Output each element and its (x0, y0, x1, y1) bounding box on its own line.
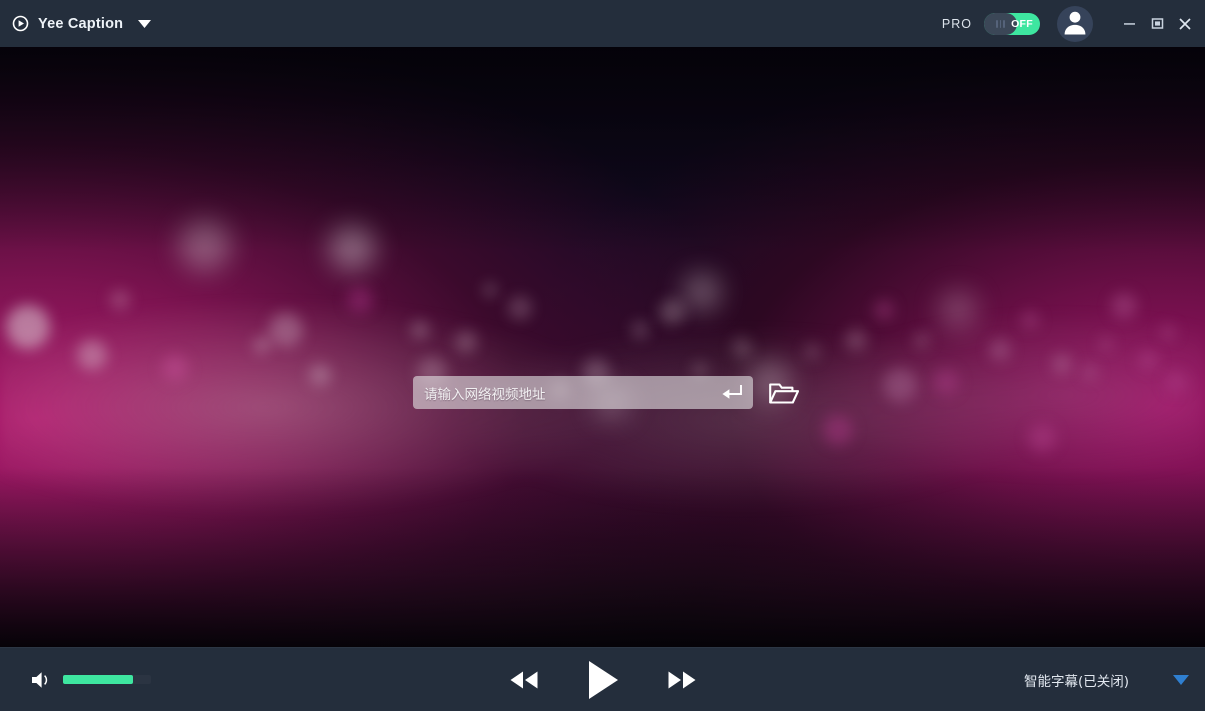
titlebar-right-group: PRO OFF (941, 5, 1199, 42)
bokeh-circle (110, 290, 130, 310)
volume-on-icon[interactable] (31, 670, 52, 690)
volume-slider-fill (63, 675, 133, 684)
close-icon[interactable] (1171, 9, 1199, 39)
volume-group (31, 670, 151, 690)
control-bar: 智能字幕(已关闭) (0, 647, 1205, 711)
bokeh-circle (269, 313, 303, 347)
bokeh-circle (162, 355, 188, 381)
subtitle-status-label: 智能字幕(已关闭) (1023, 673, 1129, 690)
bokeh-circle (1160, 324, 1176, 340)
folder-open-icon[interactable] (767, 379, 799, 407)
bokeh-circle (939, 291, 977, 329)
bokeh-circle (933, 369, 959, 395)
bokeh-circle (347, 287, 373, 313)
play-icon[interactable] (585, 659, 621, 701)
app-brand: Yee Caption (12, 15, 123, 32)
bokeh-circle (179, 219, 231, 271)
fast-forward-icon[interactable] (665, 668, 699, 692)
url-input-placeholder: 请输入网络视频地址 (424, 386, 546, 403)
bokeh-circle (874, 300, 894, 320)
bokeh-circle (455, 331, 477, 353)
bokeh-circle (732, 338, 752, 358)
pro-toggle-switch[interactable]: OFF (984, 12, 1040, 35)
volume-slider[interactable] (63, 675, 151, 684)
subtitle-selector[interactable]: 智能字幕(已关闭) (1024, 670, 1189, 690)
bokeh-circle (77, 340, 107, 370)
bokeh-circle (989, 339, 1011, 361)
title-bar: Yee Caption PRO OFF (0, 0, 1205, 47)
playback-controls (507, 659, 699, 701)
bokeh-circle (329, 225, 375, 271)
bokeh-circle (1099, 337, 1113, 351)
bokeh-circle (1165, 371, 1187, 393)
user-avatar-icon (1057, 6, 1093, 42)
url-input[interactable]: 请输入网络视频地址 (413, 376, 753, 409)
window-controls (1115, 9, 1199, 39)
bokeh-circle (309, 364, 331, 386)
bokeh-circle (683, 273, 721, 311)
bokeh-circle (508, 296, 532, 320)
url-entry-row: 请输入网络视频地址 (413, 376, 799, 409)
video-stage: 请输入网络视频地址 (0, 47, 1205, 647)
pro-label: PRO (941, 16, 972, 31)
bokeh-circle (631, 321, 649, 339)
bokeh-circle (483, 283, 497, 297)
bokeh-circle (254, 337, 270, 353)
chevron-down-icon[interactable] (136, 16, 152, 32)
rewind-icon[interactable] (507, 668, 541, 692)
bokeh-circle (823, 415, 853, 445)
toggle-state-label: OFF (1011, 17, 1033, 30)
bokeh-circle (1028, 424, 1056, 452)
avatar[interactable] (1057, 5, 1093, 42)
minimize-icon[interactable] (1115, 9, 1143, 39)
bokeh-circle (411, 321, 429, 339)
bokeh-circle (914, 332, 930, 348)
app-window: Yee Caption PRO OFF 请输入网络视频地址 智能字幕(已关闭) (0, 0, 1205, 711)
enter-return-icon[interactable] (719, 382, 745, 404)
bokeh-circle (845, 329, 867, 351)
bokeh-circle (1052, 354, 1072, 374)
bokeh-circle (883, 368, 917, 402)
bokeh-circle (804, 344, 820, 360)
app-title: Yee Caption (38, 15, 124, 32)
bokeh-circle (1021, 311, 1039, 329)
play-circle-icon (12, 15, 29, 32)
bokeh-circle (6, 305, 50, 349)
chevron-down-icon[interactable] (1173, 672, 1189, 688)
maximize-icon[interactable] (1143, 9, 1171, 39)
bokeh-circle (1111, 293, 1137, 319)
bokeh-circle (1082, 364, 1098, 380)
bokeh-circle (659, 299, 685, 325)
bokeh-circle (1138, 350, 1158, 370)
bokeh-decoration (0, 47, 1205, 647)
